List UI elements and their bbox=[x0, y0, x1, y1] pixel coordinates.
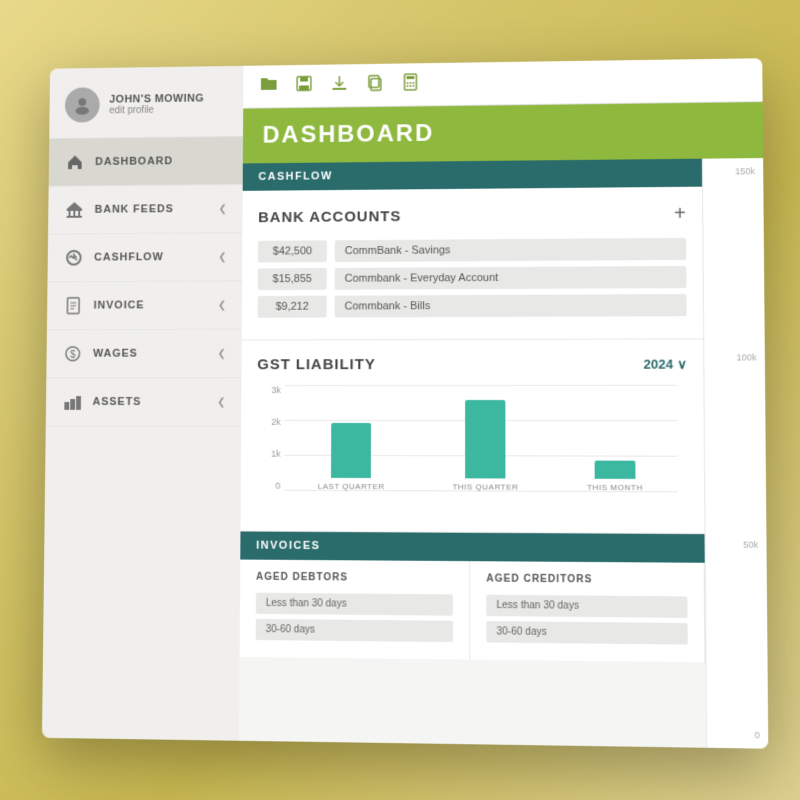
cashflow-arrow: ❮ bbox=[218, 251, 226, 262]
y-axis: 3k 2k 1k 0 bbox=[257, 385, 285, 491]
y-label-2k: 2k bbox=[257, 417, 285, 427]
sidebar-item-dashboard[interactable]: DASHBOARD bbox=[49, 137, 243, 187]
cashflow-y-150k: 150k bbox=[707, 166, 759, 177]
calculator-icon[interactable] bbox=[401, 72, 421, 97]
dashboard-label: DASHBOARD bbox=[95, 155, 227, 168]
y-label-0: 0 bbox=[257, 481, 285, 491]
gst-chart: 3k 2k 1k 0 bbox=[256, 385, 688, 517]
svg-text:$: $ bbox=[70, 350, 76, 361]
folder-icon[interactable] bbox=[259, 74, 279, 99]
aged-debtors-row-2: 30-60 days bbox=[256, 619, 453, 642]
invoice-label: INVOICE bbox=[94, 299, 209, 311]
dashboard-header: DASHBOARD bbox=[243, 102, 763, 163]
cashflow-y-100k: 100k bbox=[708, 352, 760, 362]
aged-creditors-row-1: Less than 30 days bbox=[486, 595, 687, 618]
bars-area: LAST QUARTER THIS QUARTER THIS MONTH bbox=[284, 385, 677, 492]
cashflow-section-label: CASHFLOW bbox=[258, 170, 332, 183]
y-label-1k: 1k bbox=[257, 449, 285, 459]
sidebar: JOHN'S MOWING edit profile DASHBOARD bbox=[42, 66, 244, 741]
sidebar-item-wages[interactable]: $ WAGES ❮ bbox=[46, 330, 241, 379]
aged-creditors-title: AGED CREDITORS bbox=[486, 573, 687, 586]
assets-arrow: ❮ bbox=[217, 397, 225, 408]
invoice-arrow: ❮ bbox=[218, 300, 226, 311]
bank-feeds-arrow: ❮ bbox=[219, 203, 227, 214]
add-account-button[interactable]: + bbox=[674, 203, 686, 226]
bar-this-month: THIS MONTH bbox=[587, 461, 643, 493]
content-area: CASHFLOW BANK ACCOUNTS + $42,500 CommBan… bbox=[239, 158, 768, 749]
profile-text: JOHN'S MOWING edit profile bbox=[109, 92, 204, 116]
app-container: JOHN'S MOWING edit profile DASHBOARD bbox=[42, 58, 768, 748]
cashflow-y-0: 0 bbox=[711, 729, 764, 740]
left-panels: CASHFLOW BANK ACCOUNTS + $42,500 CommBan… bbox=[239, 159, 706, 748]
page-title: DASHBOARD bbox=[263, 120, 435, 149]
aged-creditors-row-2: 30-60 days bbox=[486, 621, 687, 644]
aged-debtors-panel: AGED DEBTORS Less than 30 days 30-60 day… bbox=[240, 560, 471, 660]
edit-profile-link[interactable]: edit profile bbox=[109, 104, 204, 116]
wages-label: WAGES bbox=[93, 348, 208, 360]
bar-last-quarter-bar bbox=[331, 423, 371, 478]
account-row: $42,500 CommBank - Savings bbox=[258, 238, 686, 263]
account-name-2: Commbank - Everyday Account bbox=[335, 266, 687, 290]
assets-icon bbox=[61, 391, 83, 413]
account-row: $15,855 Commbank - Everyday Account bbox=[258, 266, 687, 290]
bank-feeds-label: BANK FEEDS bbox=[95, 203, 209, 216]
company-name: JOHN'S MOWING bbox=[109, 92, 204, 105]
download-icon[interactable] bbox=[330, 73, 350, 98]
aged-debtors-row-1: Less than 30 days bbox=[256, 593, 453, 616]
invoices-section-label: INVOICES bbox=[256, 540, 320, 552]
wages-arrow: ❮ bbox=[218, 348, 226, 359]
cashflow-y-50k: 50k bbox=[710, 540, 763, 551]
bar-this-quarter: THIS QUARTER bbox=[452, 400, 518, 492]
gst-title: GST LIABILITY bbox=[257, 356, 376, 373]
cashflow-right-chart: 150k 100k 50k 0 bbox=[702, 158, 768, 749]
year-selector[interactable]: 2024 ∨ bbox=[644, 356, 687, 372]
account-name-3: Commbank - Bills bbox=[335, 294, 687, 317]
home-icon bbox=[64, 151, 85, 173]
account-amount-3: $9,212 bbox=[258, 296, 327, 318]
main-content: DASHBOARD CASHFLOW BANK ACCOUNTS + $42,5… bbox=[239, 58, 768, 748]
bank-accounts-header: BANK ACCOUNTS + bbox=[258, 203, 686, 229]
sidebar-item-assets[interactable]: ASSETS ❮ bbox=[46, 378, 242, 427]
account-row: $9,212 Commbank - Bills bbox=[258, 294, 687, 318]
invoices-section-bar: INVOICES bbox=[240, 532, 704, 563]
bar-last-quarter: LAST QUARTER bbox=[318, 423, 385, 491]
wages-icon: $ bbox=[62, 343, 84, 365]
bank-accounts-panel: BANK ACCOUNTS + $42,500 CommBank - Savin… bbox=[242, 187, 703, 341]
bar-this-month-bar bbox=[594, 461, 635, 479]
account-amount-1: $42,500 bbox=[258, 240, 327, 262]
save-icon[interactable] bbox=[294, 74, 314, 99]
bar-this-month-label: THIS MONTH bbox=[587, 483, 643, 492]
sidebar-profile[interactable]: JOHN'S MOWING edit profile bbox=[49, 66, 243, 139]
invoice-icon bbox=[63, 295, 85, 317]
toolbar bbox=[243, 58, 762, 109]
bank-accounts-title: BANK ACCOUNTS bbox=[258, 208, 401, 226]
cashflow-icon bbox=[63, 247, 85, 269]
y-label-3k: 3k bbox=[257, 385, 285, 395]
copy-icon[interactable] bbox=[365, 73, 385, 98]
bar-this-quarter-bar bbox=[465, 400, 505, 478]
bottom-panels: AGED DEBTORS Less than 30 days 30-60 day… bbox=[240, 560, 706, 663]
year-arrow-icon: ∨ bbox=[677, 356, 687, 372]
aged-creditors-panel: AGED CREDITORS Less than 30 days 30-60 d… bbox=[470, 561, 705, 662]
sidebar-item-invoice[interactable]: INVOICE ❮ bbox=[47, 281, 242, 330]
gst-header: GST LIABILITY 2024 ∨ bbox=[257, 356, 687, 374]
bar-last-quarter-label: LAST QUARTER bbox=[318, 482, 385, 491]
sidebar-item-cashflow[interactable]: CASHFLOW ❮ bbox=[47, 233, 242, 282]
sidebar-item-bank-feeds[interactable]: BANK FEEDS ❮ bbox=[48, 185, 243, 235]
assets-label: ASSETS bbox=[93, 396, 208, 408]
account-name-1: CommBank - Savings bbox=[335, 238, 686, 262]
account-amount-2: $15,855 bbox=[258, 268, 327, 290]
avatar bbox=[65, 87, 100, 122]
year-value: 2024 bbox=[644, 357, 674, 372]
bar-this-quarter-label: THIS QUARTER bbox=[452, 482, 518, 491]
cashflow-section-bar: CASHFLOW bbox=[243, 159, 702, 191]
gst-liability-panel: GST LIABILITY 2024 ∨ 3k 2k 1k 0 bbox=[240, 339, 704, 534]
bank-icon bbox=[64, 199, 85, 221]
aged-debtors-title: AGED DEBTORS bbox=[256, 572, 453, 585]
cashflow-label: CASHFLOW bbox=[94, 251, 209, 263]
sidebar-nav: DASHBOARD BANK FEEDS ❮ bbox=[42, 137, 243, 741]
